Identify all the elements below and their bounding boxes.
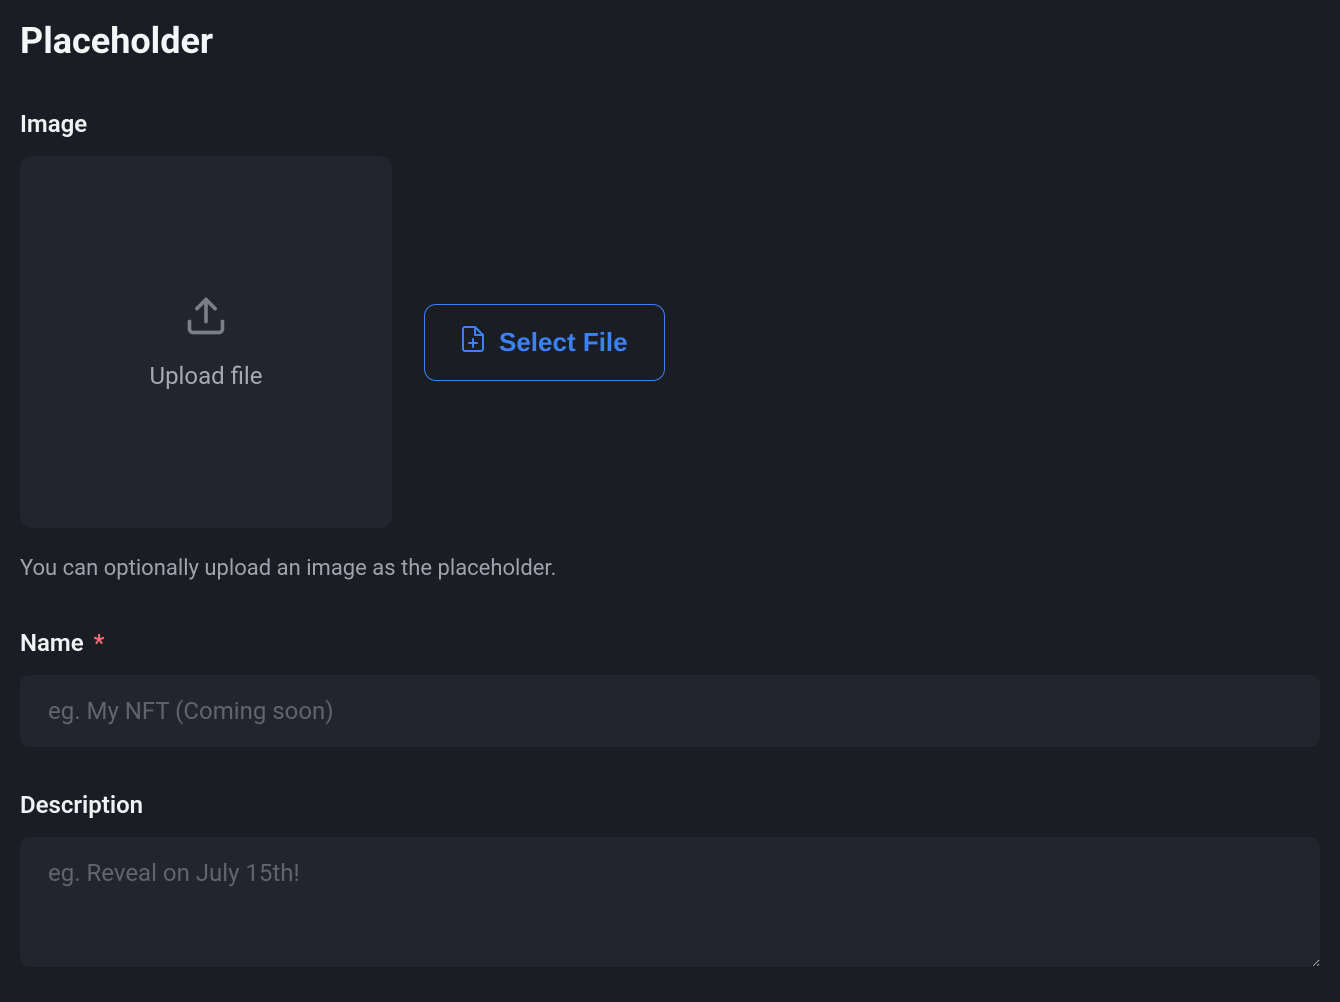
select-file-label: Select File (499, 327, 628, 358)
image-help-text: You can optionally upload an image as th… (20, 556, 1320, 581)
image-field-block: Image Upload file Select Fi (20, 110, 1320, 581)
name-label: Name * (20, 629, 1320, 657)
image-label: Image (20, 110, 1320, 138)
name-field-block: Name * (20, 629, 1320, 747)
upload-dropzone[interactable]: Upload file (20, 156, 392, 528)
name-input[interactable] (20, 675, 1320, 747)
name-label-text: Name (20, 629, 84, 657)
file-add-icon (461, 325, 485, 360)
page-title: Placeholder (20, 20, 1320, 62)
upload-text: Upload file (150, 362, 263, 390)
select-file-button[interactable]: Select File (424, 304, 665, 381)
required-asterisk: * (94, 629, 105, 657)
description-field-block: Description (20, 791, 1320, 971)
description-label: Description (20, 791, 1320, 819)
description-textarea[interactable] (20, 837, 1320, 967)
upload-icon (184, 294, 228, 342)
image-row: Upload file Select File (20, 156, 1320, 528)
